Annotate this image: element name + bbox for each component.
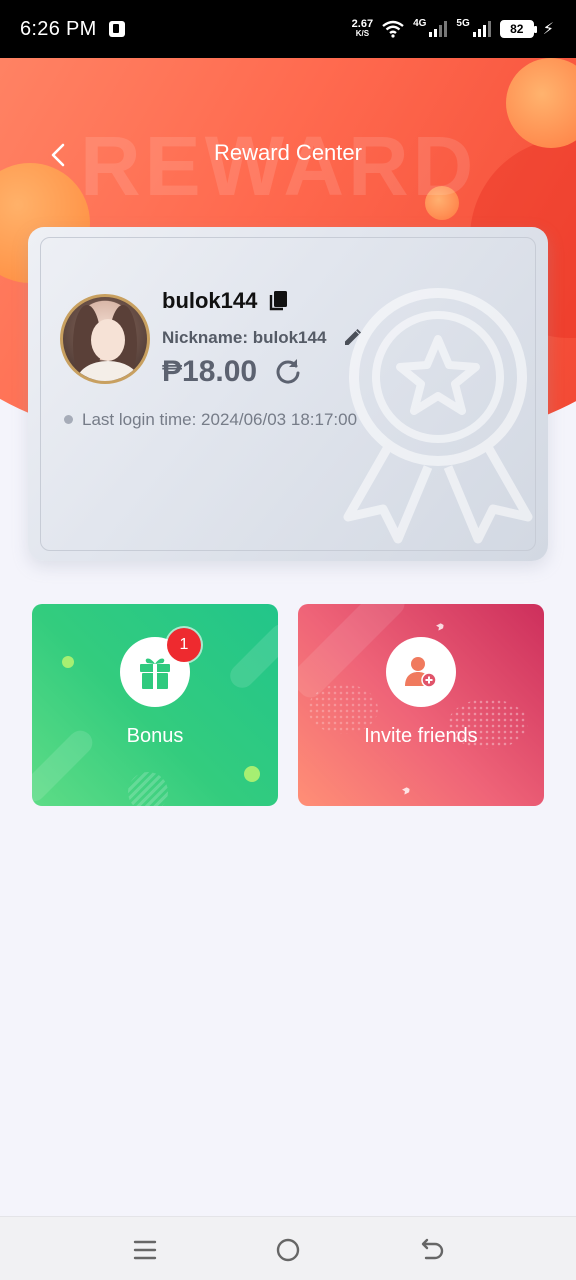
back-icon[interactable]	[416, 1235, 446, 1265]
username: bulok144	[162, 288, 258, 313]
battery-icon: 82	[499, 20, 537, 38]
status-time: 6:26 PM	[20, 17, 97, 40]
header-watermark: REWARD	[80, 119, 478, 213]
network-speed: 2.67 K/S	[351, 18, 374, 39]
invite-icon-circle	[386, 637, 456, 707]
home-icon[interactable]	[273, 1235, 303, 1265]
refresh-icon[interactable]	[274, 357, 302, 385]
system-navbar	[0, 1216, 576, 1280]
app-notification-icon	[108, 21, 125, 37]
network-type-1: 4G	[413, 17, 427, 29]
charging-icon: ⚡	[542, 21, 554, 38]
signal-1-icon	[429, 21, 448, 37]
menu-icon[interactable]	[130, 1235, 160, 1265]
last-login-time: Last login time: 2024/06/03 18:17:00	[82, 410, 358, 429]
login-dot	[64, 415, 73, 424]
bonus-badge: 1	[167, 628, 201, 662]
gift-icon	[140, 658, 170, 689]
invite-friends-label: Invite friends	[364, 725, 478, 747]
wifi-icon	[382, 20, 404, 38]
profile-card: bulok144 Nickname: bulok144 ₱18.00 Last …	[28, 227, 548, 561]
copy-icon[interactable]	[268, 289, 290, 311]
balance-amount: ₱18.00	[162, 355, 258, 388]
status-bar: 6:26 PM 2.67 K/S 4G 5G 82 ⚡	[0, 0, 576, 58]
signal-2-icon	[472, 21, 491, 37]
network-type-2: 5G	[456, 17, 470, 29]
invite-friends-tile[interactable]: ››› ››› Invite friends	[298, 604, 544, 806]
edit-icon[interactable]	[342, 328, 362, 348]
bonus-label: Bonus	[126, 725, 184, 747]
nickname-text: Nickname: bulok144	[162, 328, 327, 347]
page-title: Reward Center	[214, 140, 362, 165]
bonus-tile[interactable]: 1 Bonus	[32, 604, 278, 806]
medal-watermark-icon	[343, 288, 533, 544]
add-user-icon	[405, 657, 437, 688]
avatar[interactable]	[60, 294, 150, 384]
